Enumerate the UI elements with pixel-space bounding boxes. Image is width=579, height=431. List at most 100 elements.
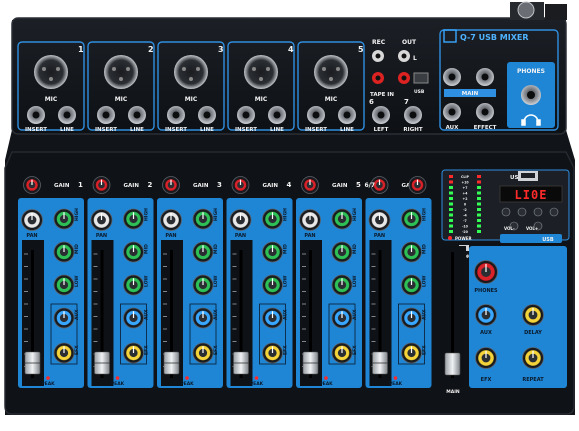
- eq-knob-6-4[interactable]: [401, 307, 422, 329]
- gain-knob-6b[interactable]: [408, 176, 427, 194]
- pan-knob-4[interactable]: [229, 209, 252, 231]
- channel-number-6: 6/7: [365, 182, 376, 189]
- eq-knob-5-3[interactable]: [331, 274, 353, 296]
- eq-label-5-3: LOW: [352, 275, 358, 287]
- pan-label-4: PAN: [235, 233, 246, 239]
- pan-knob-6[interactable]: [368, 209, 391, 231]
- phones-jack[interactable]: [521, 85, 541, 105]
- insert-jack-5[interactable]: [307, 106, 325, 124]
- efx-master-knob[interactable]: [475, 347, 497, 369]
- pan-knob-5[interactable]: [299, 209, 321, 231]
- eq-knob-4-1[interactable]: [262, 208, 283, 230]
- insert-jack-4[interactable]: [237, 106, 255, 124]
- peak-led-1: [46, 376, 50, 380]
- rec-usb-switch[interactable]: [413, 72, 429, 84]
- repeat-knob[interactable]: [522, 347, 544, 369]
- main-r-jack[interactable]: [476, 68, 494, 86]
- mic-label-1: MIC: [45, 96, 58, 103]
- rca-out-r[interactable]: [398, 72, 410, 84]
- eq-knob-1-3[interactable]: [53, 274, 75, 296]
- ch6-label: 6: [369, 98, 374, 106]
- rca-rec-r[interactable]: [372, 72, 384, 84]
- aux-out-jack[interactable]: [443, 103, 461, 121]
- eq-knob-2-2[interactable]: [123, 241, 144, 263]
- insert-jack-2[interactable]: [97, 106, 115, 124]
- xlr-input-3[interactable]: [174, 55, 208, 89]
- xlr-input-5[interactable]: [314, 55, 348, 89]
- main-l-jack[interactable]: [443, 68, 461, 86]
- meter-label-11: -20: [462, 230, 469, 234]
- eq-knob-3-1[interactable]: [192, 208, 214, 230]
- eq-knob-6-1[interactable]: [401, 208, 422, 230]
- eq-knob-4-3[interactable]: [262, 274, 283, 296]
- gain-knob-4[interactable]: [231, 176, 250, 194]
- gain-knob-3[interactable]: [162, 176, 180, 194]
- eq-knob-3-2[interactable]: [192, 241, 214, 263]
- eq-knob-1-1[interactable]: [53, 208, 75, 230]
- transport-button-2[interactable]: [517, 207, 527, 217]
- pan-knob-1[interactable]: [21, 209, 43, 231]
- line-jack-5[interactable]: [338, 106, 356, 124]
- eq-knob-2-3[interactable]: [123, 274, 144, 296]
- eq-knob-4-2[interactable]: [262, 241, 283, 263]
- eq-knob-4-5[interactable]: [262, 342, 283, 364]
- meter-led-l-6: [449, 202, 453, 206]
- transport-button-3[interactable]: [533, 207, 543, 217]
- eq-knob-5-1[interactable]: [331, 208, 353, 230]
- delay-knob[interactable]: [522, 304, 544, 326]
- master-phones-label: PHONES: [474, 288, 498, 294]
- meter-led-r-4: [477, 191, 481, 195]
- eq-knob-5-4[interactable]: [331, 307, 353, 329]
- gain-knob-2[interactable]: [92, 176, 111, 194]
- stereo-right-jack[interactable]: [404, 106, 422, 124]
- phones-volume-knob[interactable]: [474, 260, 498, 284]
- eq-knob-2-4[interactable]: [123, 307, 144, 329]
- insert-jack-3[interactable]: [167, 106, 185, 124]
- eq-knob-2-1[interactable]: [123, 208, 144, 230]
- eq-knob-5-5[interactable]: [331, 342, 353, 364]
- eq-label-1-2: MID: [74, 244, 80, 254]
- aux-master-knob[interactable]: [475, 304, 497, 326]
- line-jack-4[interactable]: [268, 106, 286, 124]
- line-label-3: LINE: [200, 127, 214, 133]
- rca-out-l[interactable]: [398, 50, 410, 62]
- pan-knob-2[interactable]: [90, 209, 113, 231]
- xlr-input-4[interactable]: [244, 55, 278, 89]
- eq-label-4-1: HIGH: [283, 208, 289, 221]
- transport-button-1[interactable]: [501, 207, 511, 217]
- gain-label-1: GAIN: [54, 183, 70, 189]
- line-jack-3[interactable]: [198, 106, 216, 124]
- eq-knob-1-4[interactable]: [53, 307, 75, 329]
- eq-knob-4-4[interactable]: [262, 307, 283, 329]
- transport-button-4[interactable]: [549, 207, 559, 217]
- eq-knob-1-2[interactable]: [53, 241, 75, 263]
- main-fader-cap[interactable]: [444, 352, 461, 376]
- pan-knob-3[interactable]: [160, 209, 182, 231]
- power-switch[interactable]: [517, 1, 535, 19]
- eq-knob-3-3[interactable]: [192, 274, 214, 296]
- eq-knob-6-3[interactable]: [401, 274, 422, 296]
- power-led: [448, 236, 452, 240]
- line-jack-2[interactable]: [128, 106, 146, 124]
- gain-knob-5[interactable]: [301, 176, 319, 194]
- xlr-input-2[interactable]: [104, 55, 138, 89]
- effect-out-jack[interactable]: [476, 103, 494, 121]
- meter-led-r-3: [477, 186, 481, 189]
- eq-knob-2-5[interactable]: [123, 342, 144, 364]
- eq-knob-6-5[interactable]: [401, 342, 422, 364]
- eq-knob-5-2[interactable]: [331, 241, 353, 263]
- eq-knob-1-5[interactable]: [53, 342, 75, 364]
- eq-knob-3-5[interactable]: [192, 342, 214, 364]
- stereo-left-jack[interactable]: [372, 106, 390, 124]
- top-ch-4: 4: [288, 45, 294, 54]
- insert-jack-1[interactable]: [27, 106, 45, 124]
- eq-knob-3-4[interactable]: [192, 307, 214, 329]
- eq-label-5-2: MID: [352, 244, 358, 254]
- rca-rec-l[interactable]: [372, 50, 384, 62]
- gain-knob-1[interactable]: [23, 176, 41, 194]
- line-jack-1[interactable]: [58, 106, 76, 124]
- peak-led-6: [393, 376, 398, 380]
- channel-strip-3: GAIN 3PANHIGHMIDLOWAUXEFXPEAK: [157, 176, 223, 388]
- xlr-input-1[interactable]: [34, 55, 68, 89]
- eq-knob-6-2[interactable]: [401, 241, 422, 263]
